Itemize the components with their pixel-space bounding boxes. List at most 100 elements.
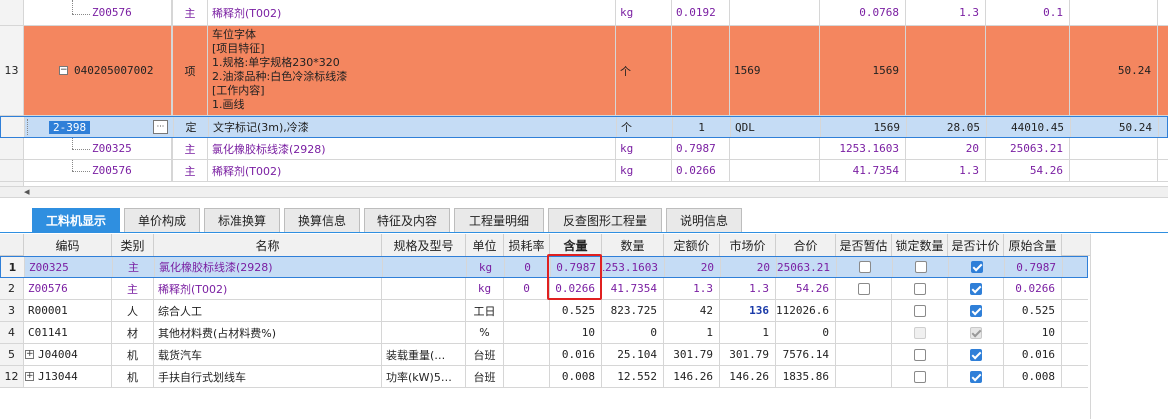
col-price[interactable]: 定额价	[664, 234, 720, 256]
row-v3	[906, 26, 986, 115]
row-qty: 1	[673, 117, 731, 137]
row-content[interactable]: 0.016	[550, 344, 602, 365]
row-type: 主	[113, 257, 155, 277]
row-market[interactable]: 301.79	[720, 344, 776, 365]
col-type[interactable]: 类别	[112, 234, 154, 256]
row-name: 稀释剂(T002)	[154, 278, 382, 299]
table-row-selected[interactable]: 1 Z00325 主 氯化橡胶标线漆(2928) kg 0 0.7987 125…	[0, 256, 1088, 278]
row-v5: 50.24	[1071, 117, 1159, 137]
priced-checkbox[interactable]	[969, 282, 982, 295]
col-loss[interactable]: 损耗率	[504, 234, 550, 256]
table-row[interactable]: 13 − 040205007002 项 车位字体 [项目特征] 1.规格:单字规…	[0, 26, 1168, 116]
lock-checkbox[interactable]	[913, 348, 926, 361]
row-name-line: 2.油漆品种:白色冷涂标线漆	[212, 70, 348, 83]
row-number: 4	[0, 322, 24, 343]
col-market[interactable]: 市场价	[720, 234, 776, 256]
row-spec: 装载重量(…	[382, 344, 466, 365]
table-row[interactable]: Z00576 主 稀释剂(T002) kg 0.0266 41.7354 1.3…	[0, 160, 1168, 182]
row-qty: 0.0266	[672, 160, 730, 181]
row-code: Z00576	[92, 0, 172, 25]
col-name[interactable]: 名称	[154, 234, 382, 256]
expand-toggle-icon[interactable]: +	[25, 372, 34, 381]
row-content[interactable]: 10	[550, 322, 602, 343]
row-unit: %	[466, 322, 504, 343]
col-original[interactable]: 原始含量	[1004, 234, 1062, 256]
row-market[interactable]: 1	[720, 322, 776, 343]
horizontal-scrollbar[interactable]: ◂	[0, 185, 1168, 198]
row-type: 机	[112, 366, 154, 387]
col-content[interactable]: 含量	[550, 234, 602, 256]
row-name: 手扶自行式划线车	[154, 366, 382, 387]
row-qty: 0	[602, 322, 664, 343]
tab-conversion-info[interactable]: 换算信息	[284, 208, 360, 232]
tab-features[interactable]: 特征及内容	[364, 208, 450, 232]
row-unit: kg	[616, 0, 672, 25]
row-v2: 1253.1603	[820, 138, 906, 159]
tab-standard-conversion[interactable]: 标准换算	[204, 208, 280, 232]
expand-toggle-icon[interactable]: +	[25, 350, 34, 359]
row-code: J13044	[36, 366, 112, 387]
priced-checkbox[interactable]	[969, 370, 982, 383]
estimate-checkbox[interactable]	[858, 261, 871, 273]
tab-labor-material-machine[interactable]: 工料机显示	[32, 208, 120, 232]
col-unit[interactable]: 单位	[466, 234, 504, 256]
row-content[interactable]: 0.008	[550, 366, 602, 387]
table-row[interactable]: 12 + J13044 机 手扶自行式划线车 功率(kW)5… 台班 0.008…	[0, 366, 1088, 388]
col-code[interactable]: 编码	[24, 234, 112, 256]
tab-quantity-detail[interactable]: 工程量明细	[454, 208, 544, 232]
row-code: Z00325	[25, 257, 113, 277]
more-button[interactable]: ···	[153, 120, 168, 134]
row-code[interactable]: 2-398	[49, 120, 91, 134]
col-qty[interactable]: 数量	[602, 234, 664, 256]
row-type: 定	[173, 117, 209, 137]
tab-unit-price[interactable]: 单价构成	[124, 208, 200, 232]
col-total[interactable]: 合价	[776, 234, 836, 256]
row-market[interactable]: 1.3	[720, 278, 776, 299]
row-type: 主	[112, 278, 154, 299]
row-market[interactable]: 136	[720, 300, 776, 321]
lock-checkbox[interactable]	[913, 304, 926, 317]
row-code: R00001	[24, 300, 112, 321]
table-row[interactable]: 3 R00001 人 综合人工 工日 0.525 823.725 42 136 …	[0, 300, 1088, 322]
col-estimate[interactable]: 是否暂估	[836, 234, 892, 256]
row-spec	[382, 278, 466, 299]
tab-description[interactable]: 说明信息	[666, 208, 742, 232]
row-code: J04004	[36, 344, 112, 365]
table-row[interactable]: 5 + J04004 机 载货汽车 装载重量(… 台班 0.016 25.104…	[0, 344, 1088, 366]
row-content[interactable]: 0.525	[550, 300, 602, 321]
row-price: 20	[665, 257, 721, 277]
row-loss: 0	[504, 278, 550, 299]
table-row[interactable]: Z00325 主 氯化橡胶标线漆(2928) kg 0.7987 1253.16…	[0, 138, 1168, 160]
estimate-checkbox[interactable]	[857, 282, 870, 295]
highlight-box	[547, 254, 602, 300]
lock-checkbox[interactable]	[913, 282, 926, 295]
row-market[interactable]: 20	[721, 257, 777, 277]
lock-checkbox[interactable]	[913, 370, 926, 383]
tab-reverse-check[interactable]: 反查图形工程量	[548, 208, 662, 232]
priced-checkbox[interactable]	[969, 348, 982, 361]
collapse-toggle-icon[interactable]: −	[59, 66, 68, 75]
code-edit-cell[interactable]: 2-398	[49, 117, 153, 137]
row-unit: 工日	[466, 300, 504, 321]
table-row[interactable]: Z00576 主 稀释剂(T002) kg 0.0192 0.0768 1.3 …	[0, 0, 1168, 26]
row-market[interactable]: 146.26	[720, 366, 776, 387]
row-qty: 0.7987	[672, 138, 730, 159]
col-spec[interactable]: 规格及型号	[382, 234, 466, 256]
row-loss	[504, 344, 550, 365]
row-qty	[672, 26, 730, 115]
row-price: 1.3	[664, 278, 720, 299]
table-row[interactable]: 4 C01141 材 其他材料费(占材料费%) % 10 0 1 1 0 10	[0, 322, 1088, 344]
table-row[interactable]: 2 Z00576 主 稀释剂(T002) kg 0 0.0266 41.7354…	[0, 278, 1088, 300]
row-v2: 1569	[820, 26, 906, 115]
row-unit: 个	[617, 117, 673, 137]
scroll-left-arrow-icon[interactable]: ◂	[24, 185, 30, 198]
row-number: 2	[0, 278, 24, 299]
lock-checkbox[interactable]	[914, 261, 927, 273]
priced-checkbox[interactable]	[969, 304, 982, 317]
col-lock[interactable]: 锁定数量	[892, 234, 948, 256]
col-priced[interactable]: 是否计价	[948, 234, 1004, 256]
priced-checkbox[interactable]	[970, 261, 983, 273]
row-loss	[504, 366, 550, 387]
table-row-selected[interactable]: 2-398 ··· 定 文字标记(3m),冷漆 个 1 QDL 1569 28.…	[0, 116, 1168, 138]
row-total: 54.26	[776, 278, 836, 299]
